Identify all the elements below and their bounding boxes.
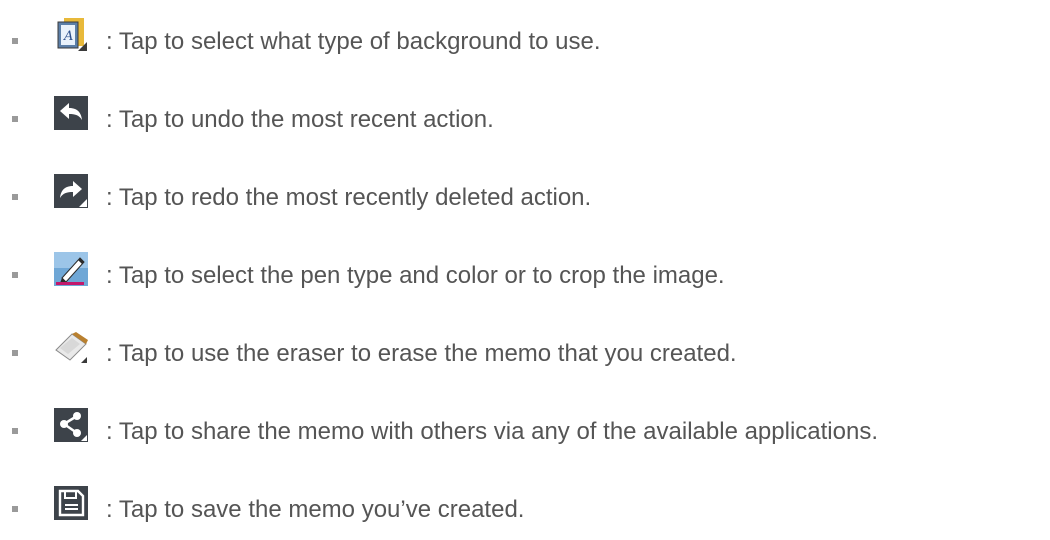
pen-icon xyxy=(54,252,88,286)
share-icon xyxy=(54,408,88,442)
item-text: : Tap to save the memo you’ve created. xyxy=(106,496,525,523)
list-item: : Tap to redo the most recently deleted … xyxy=(0,168,1050,211)
undo-arrow-icon xyxy=(54,96,88,130)
item-text: : Tap to select what type of background … xyxy=(106,28,601,55)
bullet xyxy=(12,506,18,512)
bullet xyxy=(12,38,18,44)
feature-list: A : Tap to select what type of backgroun… xyxy=(0,0,1050,540)
list-item: A : Tap to select what type of backgroun… xyxy=(0,12,1050,55)
save-disk-icon xyxy=(54,486,88,520)
list-item: : Tap to share the memo with others via … xyxy=(0,402,1050,445)
item-text: : Tap to undo the most recent action. xyxy=(106,106,494,133)
item-text: : Tap to select the pen type and color o… xyxy=(106,262,725,289)
bullet xyxy=(12,194,18,200)
redo-arrow-icon xyxy=(54,174,88,208)
list-item: : Tap to save the memo you’ve created. xyxy=(0,480,1050,523)
item-text: : Tap to use the eraser to erase the mem… xyxy=(106,340,737,367)
bullet xyxy=(12,428,18,434)
list-item: : Tap to use the eraser to erase the mem… xyxy=(0,324,1050,367)
bullet xyxy=(12,272,18,278)
background-type-icon: A xyxy=(54,18,88,52)
list-item: : Tap to select the pen type and color o… xyxy=(0,246,1050,289)
bullet xyxy=(12,350,18,356)
item-text: : Tap to redo the most recently deleted … xyxy=(106,184,592,211)
item-text: : Tap to share the memo with others via … xyxy=(106,418,878,445)
bullet xyxy=(12,116,18,122)
svg-text:A: A xyxy=(63,29,73,44)
list-item: : Tap to undo the most recent action. xyxy=(0,90,1050,133)
eraser-icon xyxy=(54,330,88,364)
